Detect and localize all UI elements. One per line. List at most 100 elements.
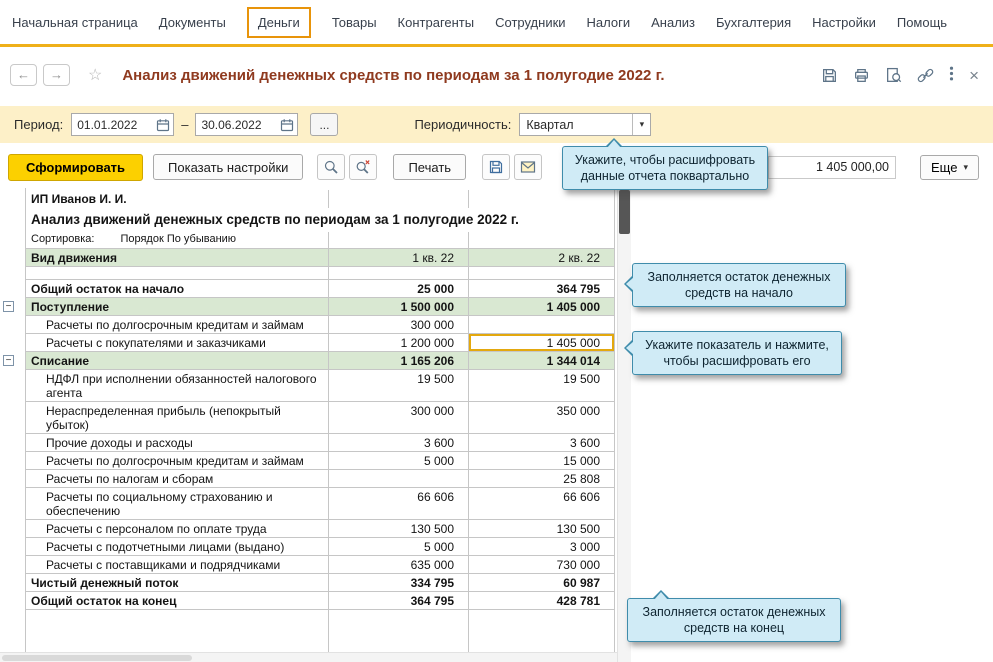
cell-q1[interactable]: 66 606 [329,488,469,520]
cell-q1[interactable]: 25 000 [329,280,469,298]
chevron-down-icon[interactable]: ▾ [632,114,650,135]
row-cells: Прочие доходы и расходы3 6003 600 [25,434,615,452]
cell-label[interactable] [26,267,329,280]
cell-label[interactable]: Нераспределенная прибыль (непокрытый убы… [26,402,329,434]
preview-button[interactable] [885,67,902,84]
close-icon[interactable]: × [969,67,979,84]
cell-q1[interactable]: 5 000 [329,538,469,556]
cell-label[interactable]: Общий остаток на начало [26,280,329,298]
cell-q2[interactable]: 15 000 [469,452,615,470]
cell-label[interactable]: Чистый денежный поток [26,574,329,592]
report-title: Анализ движений денежных средств по пери… [26,208,614,232]
period-options-button[interactable]: ... [310,113,338,136]
save-report-button[interactable] [482,154,510,180]
get-link-button[interactable] [917,67,934,84]
menu-item[interactable]: Контрагенты [398,7,475,38]
calendar-icon[interactable] [277,114,297,135]
cell-q1[interactable]: 3 600 [329,434,469,452]
search-button[interactable] [317,154,345,180]
column-header-q1[interactable]: 1 кв. 22 [329,248,469,267]
column-header-q2[interactable]: 2 кв. 22 [469,248,615,267]
horizontal-scrollbar[interactable] [0,652,617,662]
cell-q2[interactable] [469,267,615,280]
menu-item[interactable]: Анализ [651,7,695,38]
cell-q2[interactable]: 428 781 [469,592,615,610]
cell-label[interactable]: Расчеты по налогам и сборам [26,470,329,488]
cell-q2[interactable]: 60 987 [469,574,615,592]
cell-q1[interactable]: 635 000 [329,556,469,574]
cell-label[interactable]: Расчеты с поставщиками и подрядчиками [26,556,329,574]
cell-label[interactable]: Общий остаток на конец [26,592,329,610]
date-to-input[interactable]: 30.06.2022 [195,113,298,136]
cell-label[interactable]: Расчеты с персоналом по оплате труда [26,520,329,538]
cell-q1[interactable]: 130 500 [329,520,469,538]
forward-button[interactable]: → [43,64,70,86]
cell-q1[interactable] [329,267,469,280]
cell-label[interactable]: Списание [26,352,329,370]
show-settings-button[interactable]: Показать настройки [153,154,303,180]
menu-item[interactable]: Документы [159,7,226,38]
menu-item[interactable]: Деньги [247,7,311,38]
cell-q1[interactable]: 300 000 [329,402,469,434]
print-icon-button[interactable] [853,67,870,84]
cell-q1[interactable]: 1 500 000 [329,298,469,316]
cell-q2[interactable]: 1 344 014 [469,352,615,370]
date-from-input[interactable]: 01.01.2022 [71,113,174,136]
cell-q2[interactable]: 1 405 000 [469,298,615,316]
back-button[interactable]: ← [10,64,37,86]
cell-q2[interactable]: 25 808 [469,470,615,488]
cell-q2[interactable]: 1 405 000 [469,334,615,352]
more-actions-button[interactable] [949,65,954,85]
cell-q2[interactable]: 3 000 [469,538,615,556]
menu-item[interactable]: Начальная страница [12,7,138,38]
cell-label[interactable]: Расчеты по долгосрочным кредитам и займа… [26,316,329,334]
collapse-icon[interactable]: − [3,355,14,366]
menu-item[interactable]: Сотрудники [495,7,565,38]
collapse-icon[interactable]: − [3,301,14,312]
cell-q2[interactable]: 19 500 [469,370,615,402]
favorite-star-icon[interactable]: ☆ [88,65,102,85]
cell-q2[interactable] [469,316,615,334]
periodicity-select[interactable]: Квартал ▾ [519,113,651,136]
cell-label[interactable]: Расчеты с покупателями и заказчиками [26,334,329,352]
cell-q1[interactable]: 1 200 000 [329,334,469,352]
menu-item[interactable]: Бухгалтерия [716,7,791,38]
cell-label[interactable]: Прочие доходы и расходы [26,434,329,452]
menu-item[interactable]: Налоги [587,7,631,38]
cell-q1[interactable] [329,470,469,488]
vertical-scrollbar-thumb[interactable] [619,190,630,234]
cell-q1[interactable]: 364 795 [329,592,469,610]
more-button[interactable]: Еще ▾ [920,155,979,180]
save-button[interactable] [821,67,838,84]
menu-item[interactable]: Настройки [812,7,876,38]
cell-label[interactable]: Расчеты по социальному страхованию и обе… [26,488,329,520]
cell-q1[interactable]: 300 000 [329,316,469,334]
cell-q2[interactable]: 66 606 [469,488,615,520]
cell-q1[interactable]: 19 500 [329,370,469,402]
horizontal-scrollbar-thumb[interactable] [2,655,192,661]
menu-item[interactable]: Товары [332,7,377,38]
cell-label[interactable]: Поступление [26,298,329,316]
row-cells: Расчеты с поставщиками и подрядчиками635… [25,556,615,574]
print-button[interactable]: Печать [393,154,466,180]
send-email-button[interactable] [514,154,542,180]
cell-q2[interactable]: 3 600 [469,434,615,452]
cancel-search-button[interactable] [349,154,377,180]
cell-q2[interactable]: 364 795 [469,280,615,298]
generate-button[interactable]: Сформировать [8,154,143,181]
row-gutter [0,267,25,280]
cell-label[interactable]: Расчеты с подотчетными лицами (выдано) [26,538,329,556]
cell-q2[interactable]: 130 500 [469,520,615,538]
calendar-icon[interactable] [153,114,173,135]
chevron-down-icon: ▾ [963,162,968,173]
menu-item[interactable]: Помощь [897,7,947,38]
cell-q2[interactable]: 730 000 [469,556,615,574]
cell-q1[interactable]: 334 795 [329,574,469,592]
cell-q1[interactable]: 5 000 [329,452,469,470]
cell-label[interactable]: НДФЛ при исполнении обязанностей налогов… [26,370,329,402]
cell-label[interactable]: Расчеты по долгосрочным кредитам и займа… [26,452,329,470]
cell-q2[interactable]: 350 000 [469,402,615,434]
column-header-movement[interactable]: Вид движения [26,248,329,267]
cell-q1[interactable]: 1 165 206 [329,352,469,370]
vertical-scrollbar[interactable] [617,188,631,662]
